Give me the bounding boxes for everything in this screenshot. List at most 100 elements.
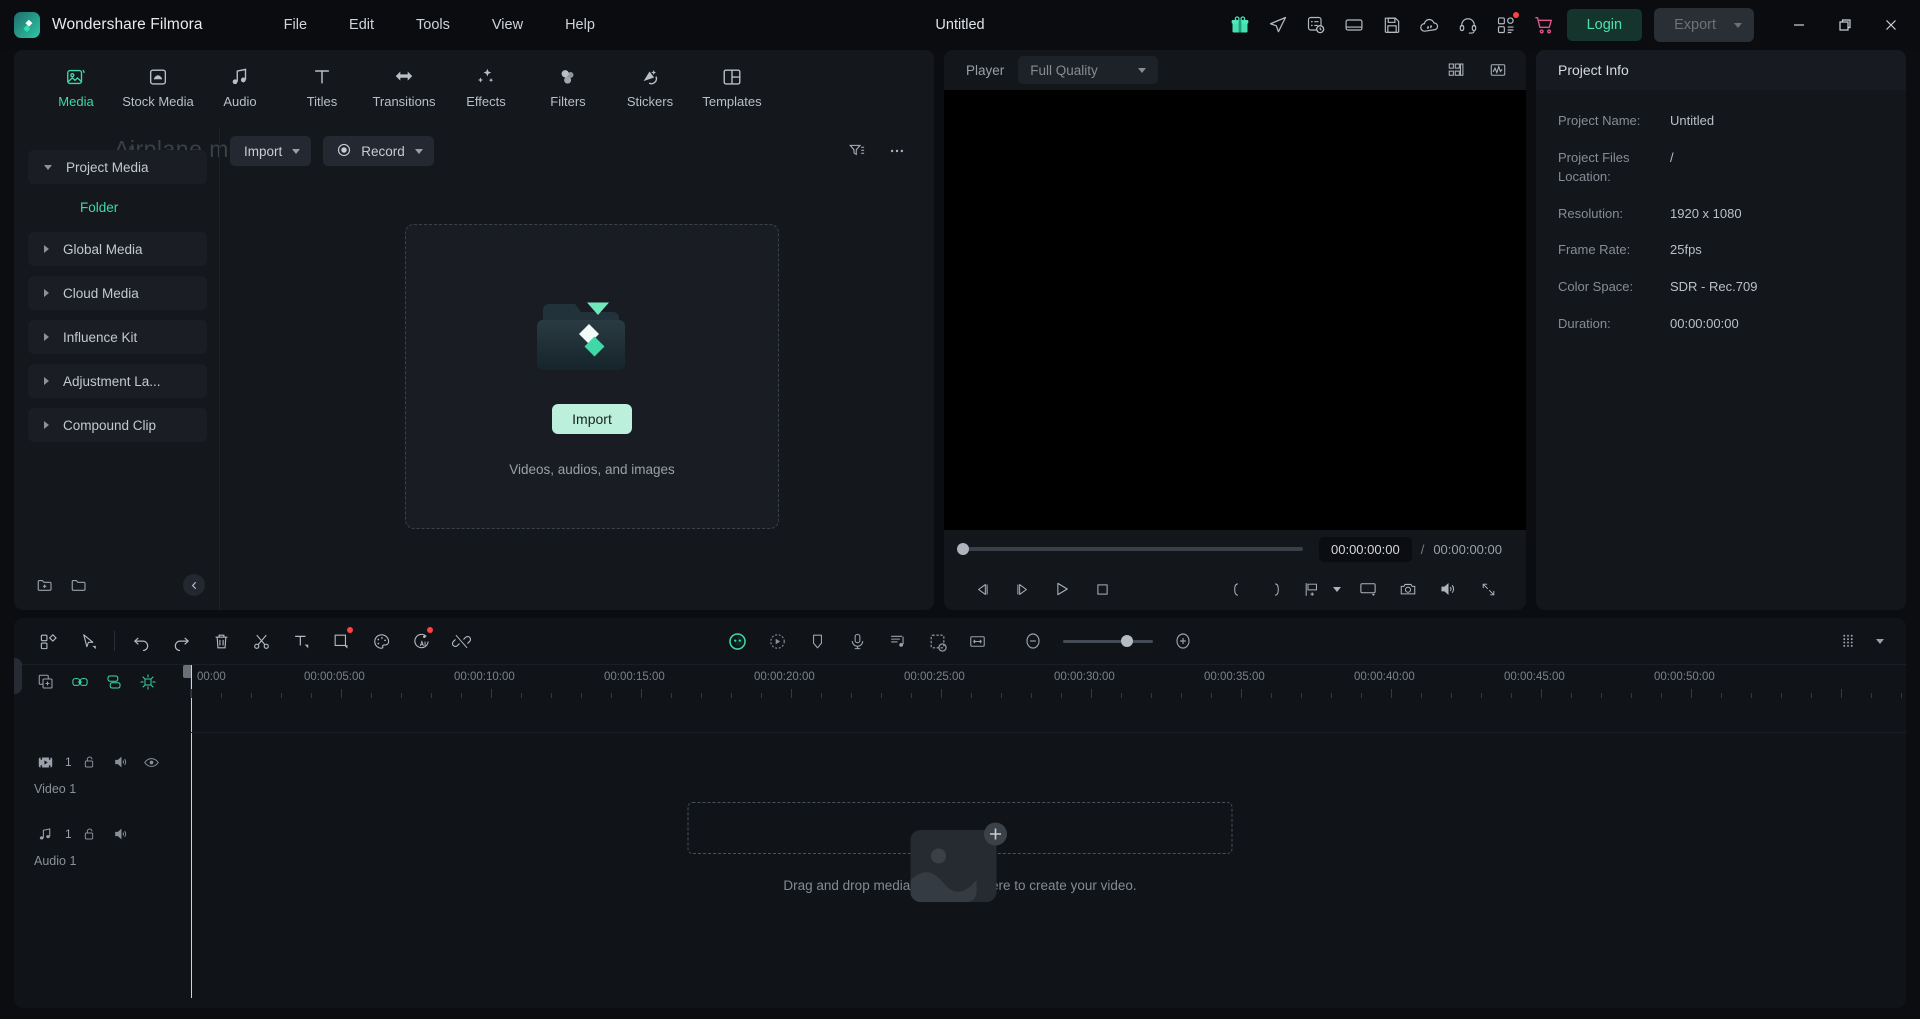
select-cursor-icon[interactable]	[68, 625, 108, 657]
tab-stock-media[interactable]: Stock Media	[122, 58, 194, 115]
tab-stickers[interactable]: Stickers	[614, 58, 686, 115]
split-scissors-icon[interactable]	[241, 625, 281, 657]
timeline-resize-handle[interactable]	[14, 658, 22, 694]
menu-help[interactable]: Help	[544, 11, 616, 39]
export-button[interactable]: Export	[1654, 8, 1754, 42]
group-icon[interactable]	[100, 669, 128, 695]
close-button[interactable]	[1868, 0, 1914, 50]
mark-out-icon[interactable]	[1256, 574, 1296, 604]
mic-record-icon[interactable]	[837, 625, 877, 657]
next-frame-icon[interactable]	[1002, 574, 1042, 604]
zoom-out-icon[interactable]	[1013, 625, 1053, 657]
unlink-icon[interactable]	[441, 625, 481, 657]
lock-icon[interactable]	[77, 822, 103, 846]
tab-titles[interactable]: Titles	[286, 58, 358, 115]
sidebar-item-adjustment-layer[interactable]: Adjustment La...	[28, 364, 207, 398]
crop-tool-icon[interactable]	[321, 625, 361, 657]
login-button[interactable]: Login	[1566, 9, 1643, 41]
delete-icon[interactable]	[201, 625, 241, 657]
volume-icon[interactable]	[1428, 574, 1468, 604]
video-preview-stage[interactable]	[944, 90, 1526, 530]
duplicate-track-icon[interactable]	[32, 669, 60, 695]
eye-icon[interactable]	[139, 750, 165, 774]
snapshot-camera-icon[interactable]	[1388, 574, 1428, 604]
folder-icon[interactable]	[62, 570, 96, 600]
sidebar-item-cloud-media[interactable]: Cloud Media	[28, 276, 207, 310]
filter-sort-icon[interactable]	[842, 136, 872, 166]
more-dots-icon[interactable]	[882, 136, 912, 166]
scope-waveform-icon[interactable]	[1484, 56, 1512, 84]
media-dropzone[interactable]: Import Videos, audios, and images	[405, 224, 779, 529]
keyframe-panel-icon[interactable]	[917, 625, 957, 657]
timeline-ruler[interactable]: 00:00 00:00:05:00 00:00:10:00 00:00:15:0…	[183, 665, 1906, 998]
tab-transitions[interactable]: Transitions	[368, 58, 440, 115]
sidebar-item-project-media[interactable]: Project Media	[28, 150, 207, 184]
screen-icon[interactable]	[1335, 8, 1373, 42]
apps-grid-icon[interactable]	[1487, 8, 1525, 42]
audio-mixer-icon[interactable]	[877, 625, 917, 657]
ai-tools-icon[interactable]	[401, 625, 441, 657]
apps-grid-icon[interactable]	[28, 625, 68, 657]
track-manager-icon[interactable]	[1828, 625, 1868, 657]
menu-tools[interactable]: Tools	[395, 11, 471, 39]
quality-select[interactable]: Full Quality	[1018, 56, 1159, 84]
import-cta-button[interactable]: Import	[552, 404, 632, 434]
zoom-slider-handle[interactable]	[1121, 635, 1133, 647]
cart-icon[interactable]	[1525, 8, 1563, 42]
link-icon[interactable]	[66, 669, 94, 695]
text-tool-icon[interactable]	[281, 625, 321, 657]
tab-effects[interactable]: Effects	[450, 58, 522, 115]
menu-edit[interactable]: Edit	[328, 11, 395, 39]
add-marker-icon[interactable]	[1296, 574, 1326, 604]
marker-icon[interactable]	[797, 625, 837, 657]
tab-templates[interactable]: Templates	[696, 58, 768, 115]
layout-grid-icon[interactable]	[1442, 56, 1470, 84]
fullscreen-icon[interactable]	[1468, 574, 1508, 604]
lock-icon[interactable]	[77, 750, 103, 774]
speed-ramp-icon[interactable]	[757, 625, 797, 657]
cloud-sync-icon[interactable]	[1411, 8, 1449, 42]
color-palette-icon[interactable]	[361, 625, 401, 657]
undo-icon[interactable]	[121, 625, 161, 657]
pip-screen-icon[interactable]	[1348, 574, 1388, 604]
dropdown-chevron-icon[interactable]	[1868, 625, 1892, 657]
ai-mask-icon[interactable]	[717, 625, 757, 657]
new-folder-icon[interactable]	[28, 570, 62, 600]
zoom-in-icon[interactable]	[1163, 625, 1203, 657]
redo-icon[interactable]	[161, 625, 201, 657]
seek-handle[interactable]	[957, 543, 969, 555]
stop-icon[interactable]	[1082, 574, 1122, 604]
mute-icon[interactable]	[108, 822, 134, 846]
menu-file[interactable]: File	[263, 11, 328, 39]
seek-slider[interactable]	[957, 543, 1303, 555]
tab-media[interactable]: Media	[40, 58, 112, 115]
current-timecode[interactable]: 00:00:00:00	[1319, 536, 1412, 562]
send-icon[interactable]	[1259, 8, 1297, 42]
fit-timeline-icon[interactable]	[957, 625, 997, 657]
task-history-icon[interactable]	[1297, 8, 1335, 42]
prev-frame-icon[interactable]	[962, 574, 1002, 604]
import-dropdown-button[interactable]: Import	[230, 136, 312, 166]
mark-in-icon[interactable]	[1216, 574, 1256, 604]
gift-icon[interactable]	[1221, 8, 1259, 42]
sidebar-item-folder[interactable]: Folder	[28, 194, 207, 220]
sidebar-item-global-media[interactable]: Global Media	[28, 232, 207, 266]
play-icon[interactable]	[1042, 574, 1082, 604]
sidebar-item-influence-kit[interactable]: Influence Kit	[28, 320, 207, 354]
mute-icon[interactable]	[108, 750, 134, 774]
collapse-panel-icon[interactable]	[183, 574, 205, 596]
tab-label: Stock Media	[122, 94, 194, 109]
minimize-button[interactable]	[1776, 0, 1822, 50]
record-dropdown-button[interactable]: Record	[323, 136, 434, 166]
menu-view[interactable]: View	[471, 11, 544, 39]
marker-chevron-icon[interactable]	[1326, 574, 1348, 604]
media-placeholder-icon	[905, 818, 1015, 923]
tab-filters[interactable]: Filters	[532, 58, 604, 115]
tab-audio[interactable]: Audio	[204, 58, 276, 115]
save-icon[interactable]	[1373, 8, 1411, 42]
restore-button[interactable]	[1822, 0, 1868, 50]
headset-icon[interactable]	[1449, 8, 1487, 42]
auto-sync-icon[interactable]	[134, 669, 162, 695]
timeline-zoom-slider[interactable]	[1063, 635, 1153, 647]
sidebar-item-compound-clip[interactable]: Compound Clip	[28, 408, 207, 442]
